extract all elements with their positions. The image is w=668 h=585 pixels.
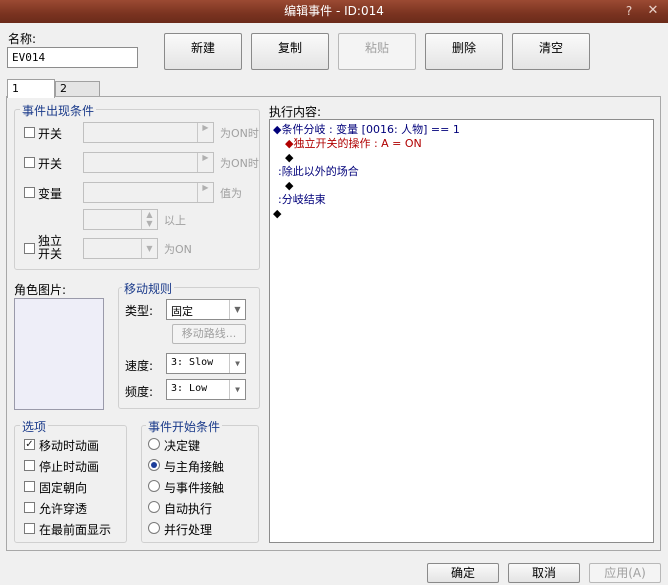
chevron-right-icon: ▶ (197, 153, 213, 172)
self-switch-label: 独立 开关 (38, 234, 63, 261)
chevron-down-icon: ▼ (141, 239, 157, 258)
switch1-suffix: 为ON时 (220, 127, 259, 140)
option-label: 允许穿透 (39, 502, 88, 516)
trigger-title: 事件开始条件 (146, 418, 223, 435)
option-label: 移动时动画 (39, 439, 100, 453)
option-checkbox[interactable] (24, 502, 35, 513)
trigger-label: 决定键 (164, 439, 201, 453)
option-label: 固定朝向 (39, 481, 88, 495)
name-label: 名称: (8, 32, 37, 46)
variable-label: 变量 (38, 187, 63, 201)
options-title: 选项 (20, 418, 49, 435)
freq-value: 3: Low (171, 383, 208, 394)
close-button[interactable]: ✕ (644, 3, 662, 19)
type-select[interactable]: 固定 ▼ (166, 299, 246, 320)
self-switch-select[interactable]: ▼ (83, 238, 158, 259)
option-label: 在最前面显示 (39, 523, 112, 537)
variable-suffix: 值为 (220, 187, 242, 200)
paste-button[interactable]: 粘贴 (338, 33, 416, 70)
trigger-label: 与主角接触 (164, 460, 225, 474)
switch1-checkbox[interactable] (24, 127, 35, 138)
new-button[interactable]: 新建 (164, 33, 242, 70)
chevron-down-icon: ▼ (229, 380, 245, 399)
speed-value: 3: Slow (171, 357, 214, 368)
tab-page-1[interactable]: 1 (7, 79, 55, 98)
delete-button[interactable]: 删除 (425, 33, 503, 70)
type-label: 类型: (125, 304, 154, 318)
switch2-suffix: 为ON时 (220, 157, 259, 170)
trigger-label: 与事件接触 (164, 481, 225, 495)
graphic-preview[interactable] (14, 298, 104, 410)
event-command-line[interactable]: ◆ (285, 179, 293, 193)
copy-button[interactable]: 复制 (251, 33, 329, 70)
variable-value-spinner[interactable]: ▲ ▼ (83, 209, 158, 230)
chevron-right-icon: ▶ (197, 183, 213, 202)
chevron-down-icon: ▼ (229, 300, 245, 319)
option-checkbox[interactable] (24, 460, 35, 471)
option-checkbox[interactable]: ✓ (24, 439, 35, 450)
move-route-button[interactable]: 移动路线... (172, 324, 246, 344)
variable-checkbox[interactable] (24, 187, 35, 198)
conditions-title: 事件出现条件 (20, 102, 97, 119)
spinner-arrows-icon: ▲ ▼ (141, 210, 157, 229)
help-button[interactable]: ? (622, 3, 636, 19)
event-command-line[interactable]: :除此以外的场合 (278, 165, 359, 179)
event-command-line[interactable]: ◆独立开关的操作 : A = ON (285, 137, 422, 151)
speed-label: 速度: (125, 359, 154, 373)
switch2-checkbox[interactable] (24, 157, 35, 168)
type-value: 固定 (171, 305, 193, 318)
trigger-label: 自动执行 (164, 502, 213, 516)
name-input[interactable]: EV014 (7, 47, 138, 68)
trigger-radio[interactable] (148, 459, 160, 471)
variable-suffix-above: 以上 (164, 214, 186, 227)
switch1-select[interactable]: ▶ (83, 122, 214, 143)
ok-button[interactable]: 确定 (427, 563, 499, 583)
contents-label: 执行内容: (269, 105, 322, 119)
self-switch-suffix: 为ON (164, 243, 192, 256)
trigger-radio[interactable] (148, 438, 160, 450)
option-checkbox[interactable] (24, 523, 35, 534)
trigger-label: 并行处理 (164, 523, 213, 537)
freq-select[interactable]: 3: Low ▼ (166, 379, 246, 400)
trigger-radio[interactable] (148, 480, 160, 492)
trigger-radio[interactable] (148, 501, 160, 513)
chevron-right-icon: ▶ (197, 123, 213, 142)
apply-button[interactable]: 应用(A) (589, 563, 661, 583)
cancel-button[interactable]: 取消 (508, 563, 580, 583)
speed-select[interactable]: 3: Slow ▼ (166, 353, 246, 374)
event-command-line[interactable]: ◆ (273, 207, 281, 221)
chevron-down-icon: ▼ (229, 354, 245, 373)
switch2-label: 开关 (38, 157, 63, 171)
event-command-line[interactable]: ◆条件分岐 : 变量 [0016: 人物] == 1 (273, 123, 460, 137)
event-command-line[interactable]: :分岐结束 (278, 193, 326, 207)
movement-title: 移动规则 (122, 280, 175, 297)
switch1-label: 开关 (38, 127, 63, 141)
variable-select[interactable]: ▶ (83, 182, 214, 203)
switch2-select[interactable]: ▶ (83, 152, 214, 173)
option-checkbox[interactable] (24, 481, 35, 492)
self-switch-checkbox[interactable] (24, 243, 35, 254)
window-title: 编辑事件 - ID:014 (284, 4, 384, 18)
clear-button[interactable]: 清空 (512, 33, 590, 70)
tab-page-2[interactable]: 2 (55, 81, 100, 96)
trigger-radio[interactable] (148, 522, 160, 534)
event-command-line[interactable]: ◆ (285, 151, 293, 165)
graphic-label: 角色图片: (14, 283, 67, 297)
option-label: 停止时动画 (39, 460, 100, 474)
event-commands-list[interactable]: ◆条件分岐 : 变量 [0016: 人物] == 1 ◆独立开关的操作 : A =… (269, 119, 654, 543)
freq-label: 频度: (125, 385, 154, 399)
